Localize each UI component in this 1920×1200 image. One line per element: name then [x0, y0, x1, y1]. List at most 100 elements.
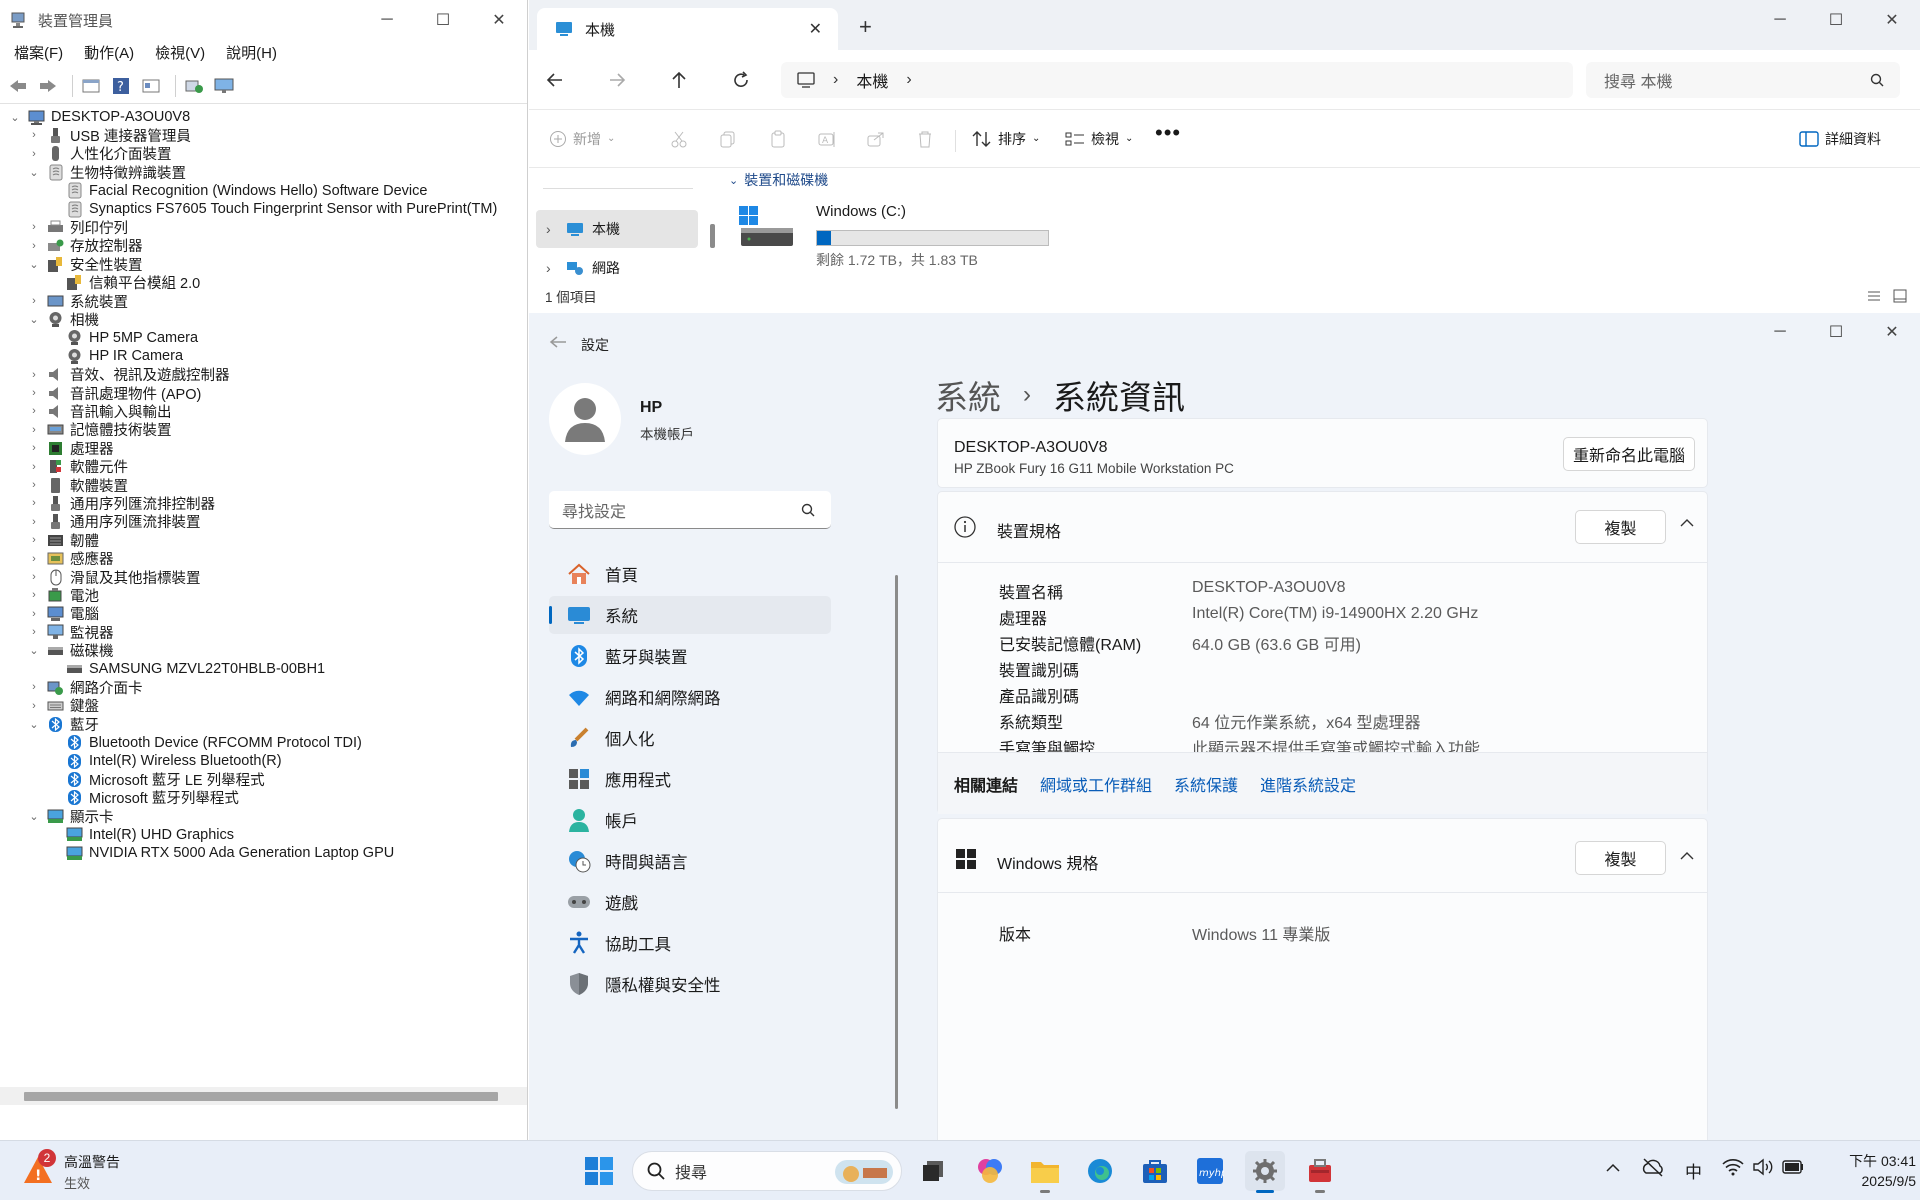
chevron-right-icon[interactable]: ›: [27, 129, 41, 141]
chevron-right-icon[interactable]: ›: [27, 405, 41, 417]
help-icon[interactable]: ?: [109, 74, 133, 98]
tiles-view-icon[interactable]: [1893, 289, 1907, 303]
close-button[interactable]: ✕: [471, 0, 527, 40]
edge-icon[interactable]: [1080, 1151, 1120, 1191]
chevron-down-icon[interactable]: ⌄: [729, 174, 738, 187]
chevron-right-icon[interactable]: ›: [27, 626, 41, 638]
chevron-down-icon[interactable]: ⌄: [27, 313, 41, 326]
settings-search-input[interactable]: 尋找設定: [549, 491, 831, 529]
menu-view[interactable]: 檢視(V): [155, 42, 205, 63]
chevron-right-icon[interactable]: ›: [27, 516, 41, 528]
rename-pc-button[interactable]: 重新命名此電腦: [1563, 437, 1695, 471]
refresh-button[interactable]: [723, 62, 759, 98]
warning-icon[interactable]: ! 2: [22, 1149, 56, 1187]
forward-arrow-icon[interactable]: [36, 74, 60, 98]
alert-title[interactable]: 高溫警告: [64, 1152, 120, 1172]
show-hide-tree-icon[interactable]: [79, 74, 103, 98]
nav-item-system[interactable]: 系統: [549, 596, 831, 634]
close-button[interactable]: ✕: [1864, 0, 1920, 40]
monitor-icon[interactable]: [212, 74, 236, 98]
taskbar-search[interactable]: 搜尋: [632, 1151, 902, 1191]
minimize-button[interactable]: ─: [359, 0, 415, 40]
forward-button[interactable]: [599, 62, 635, 98]
paste-icon[interactable]: [769, 130, 787, 148]
scrollbar-thumb[interactable]: [24, 1092, 498, 1101]
chevron-up-icon[interactable]: [1680, 851, 1694, 861]
onedrive-offline-icon[interactable]: [1641, 1157, 1665, 1177]
nav-item-time-language[interactable]: 時間與語言: [549, 842, 831, 880]
chevron-down-icon[interactable]: ⌄: [27, 810, 41, 823]
drive-windows-c[interactable]: [739, 206, 795, 248]
search-box[interactable]: 搜尋 本機: [1586, 62, 1900, 98]
link-domain-workgroup[interactable]: 網域或工作群組: [1040, 772, 1152, 796]
clock-time[interactable]: 下午 03:41: [1816, 1151, 1916, 1171]
chevron-right-icon[interactable]: ›: [27, 369, 41, 381]
chevron-right-icon[interactable]: ›: [27, 589, 41, 601]
wifi-icon[interactable]: [1722, 1158, 1744, 1176]
chevron-right-icon[interactable]: ›: [27, 148, 41, 160]
start-button[interactable]: [579, 1151, 619, 1191]
task-view-icon[interactable]: [913, 1151, 953, 1191]
back-arrow-icon[interactable]: [6, 74, 30, 98]
chevron-right-icon[interactable]: ›: [27, 497, 41, 509]
maximize-button[interactable]: ☐: [415, 0, 471, 40]
chevron-right-icon[interactable]: ›: [27, 534, 41, 546]
dm-horizontal-scrollbar[interactable]: [0, 1087, 527, 1105]
chevron-down-icon[interactable]: ⌄: [27, 258, 41, 271]
chevron-right-icon[interactable]: ›: [27, 571, 41, 583]
sort-button[interactable]: 排序 ⌄: [972, 129, 1040, 149]
battery-icon[interactable]: [1782, 1160, 1804, 1174]
menu-help[interactable]: 說明(H): [226, 42, 277, 63]
chevron-right-icon[interactable]: ›: [27, 387, 41, 399]
address-bar[interactable]: › 本機 ›: [781, 62, 1573, 98]
view-button[interactable]: 檢視 ⌄: [1065, 129, 1133, 149]
minimize-button[interactable]: ─: [1752, 0, 1808, 40]
copilot-icon[interactable]: [970, 1151, 1010, 1191]
back-arrow-icon[interactable]: [549, 335, 567, 349]
maximize-button[interactable]: ☐: [1808, 0, 1864, 40]
nav-item-brush[interactable]: 個人化: [549, 719, 831, 757]
chevron-up-icon[interactable]: [1606, 1163, 1620, 1173]
chevron-right-icon[interactable]: ›: [833, 71, 838, 89]
back-button[interactable]: [537, 62, 573, 98]
chevron-down-icon[interactable]: ⌄: [8, 111, 22, 124]
close-tab-icon[interactable]: ✕: [809, 19, 822, 39]
details-view-icon[interactable]: [1867, 289, 1881, 303]
copy-button[interactable]: 複製: [1575, 841, 1666, 875]
nav-item-home[interactable]: 首頁: [549, 555, 831, 593]
chevron-right-icon[interactable]: ›: [27, 461, 41, 473]
chevron-down-icon[interactable]: ⌄: [27, 718, 41, 731]
nav-item-bluetooth[interactable]: 藍牙與裝置: [549, 637, 831, 675]
nav-item-gamepad[interactable]: 遊戲: [549, 883, 831, 921]
nav-item-network[interactable]: › 網路: [536, 250, 698, 286]
chevron-right-icon[interactable]: ›: [27, 424, 41, 436]
copy-button[interactable]: 複製: [1575, 510, 1666, 544]
copy-icon[interactable]: [719, 130, 737, 148]
share-icon[interactable]: [867, 130, 885, 148]
chevron-right-icon[interactable]: ›: [27, 240, 41, 252]
chevron-right-icon[interactable]: ›: [27, 295, 41, 307]
nav-item-shield[interactable]: 隱私權與安全性: [549, 965, 831, 1003]
nav-item-account[interactable]: 帳戶: [549, 801, 831, 839]
menu-file[interactable]: 檔案(F): [14, 42, 63, 63]
new-tab-button[interactable]: +: [859, 14, 872, 40]
chevron-right-icon[interactable]: ›: [27, 479, 41, 491]
toolbox-icon[interactable]: [1300, 1151, 1340, 1193]
chevron-right-icon[interactable]: ›: [27, 442, 41, 454]
properties-icon[interactable]: [139, 74, 163, 98]
rename-icon[interactable]: A: [818, 130, 836, 148]
chevron-right-icon[interactable]: ›: [906, 71, 911, 89]
maximize-button[interactable]: ☐: [1808, 313, 1864, 351]
chevron-right-icon[interactable]: ›: [27, 681, 41, 693]
details-pane-button[interactable]: 詳細資料: [1799, 129, 1881, 149]
up-button[interactable]: [661, 62, 697, 98]
close-button[interactable]: ✕: [1864, 313, 1920, 351]
settings-nav-scrollbar[interactable]: [895, 575, 898, 1109]
chevron-right-icon[interactable]: ›: [27, 221, 41, 233]
search-icon[interactable]: [801, 503, 815, 517]
store-icon[interactable]: [1135, 1151, 1175, 1191]
nav-item-this-pc[interactable]: › 本機: [536, 210, 698, 248]
chevron-right-icon[interactable]: ›: [546, 221, 566, 237]
address-segment[interactable]: 本機: [856, 68, 888, 92]
tree-device[interactable]: NVIDIA RTX 5000 Ada Generation Laptop GP…: [46, 842, 394, 864]
